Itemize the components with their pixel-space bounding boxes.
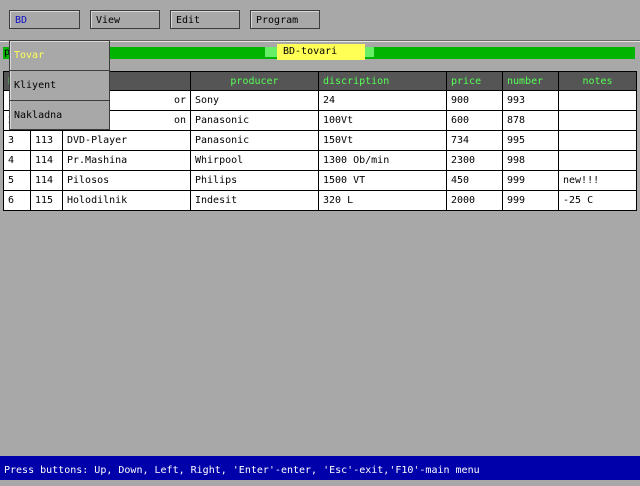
form-title: BD-tovari xyxy=(277,44,365,60)
main-menu-bar: BD View Edit Program xyxy=(0,0,640,40)
cell-n[interactable]: 5 xyxy=(3,170,31,191)
cell-code[interactable]: 114 xyxy=(30,170,63,191)
cell-n[interactable]: 6 xyxy=(3,190,31,211)
table-row[interactable]: 4 114 Pr.Mashina Whirpool 1300 Ob/min 23… xyxy=(3,150,637,171)
menu-view-button[interactable]: View xyxy=(90,10,160,29)
cell-n[interactable]: 4 xyxy=(3,150,31,171)
cell-number[interactable]: 999 xyxy=(502,190,559,211)
cell-number[interactable]: 999 xyxy=(502,170,559,191)
dropdown-item-kliyent[interactable]: Kliyent xyxy=(10,71,109,101)
menu-program-button[interactable]: Program xyxy=(250,10,320,29)
table-row[interactable]: 5 114 Pilosos Philips 1500 VT 450 999 ne… xyxy=(3,170,637,191)
cell-producer[interactable]: Indesit xyxy=(190,190,319,211)
cell-notes[interactable] xyxy=(558,150,637,171)
cell-code[interactable]: 114 xyxy=(30,150,63,171)
cell-producer[interactable]: Philips xyxy=(190,170,319,191)
cell-name[interactable]: DVD-Player xyxy=(62,130,191,151)
cell-discription[interactable]: 1500 VT xyxy=(318,170,447,191)
cell-producer[interactable]: Sony xyxy=(190,90,319,111)
cell-price[interactable]: 450 xyxy=(446,170,503,191)
cell-price[interactable]: 2000 xyxy=(446,190,503,211)
title-right-tab xyxy=(365,47,374,57)
cell-producer[interactable]: Panasonic xyxy=(190,130,319,151)
cell-code[interactable]: 113 xyxy=(30,130,63,151)
bd-dropdown-menu: Tovar Kliyent Nakladna xyxy=(9,40,110,130)
cell-discription[interactable]: 100Vt xyxy=(318,110,447,131)
cell-price[interactable]: 734 xyxy=(446,130,503,151)
col-header-price[interactable]: price xyxy=(446,71,503,91)
cell-discription[interactable]: 320 L xyxy=(318,190,447,211)
cell-discription[interactable]: 1300 Ob/min xyxy=(318,150,447,171)
cell-code[interactable]: 115 xyxy=(30,190,63,211)
table-row[interactable]: 3 113 DVD-Player Panasonic 150Vt 734 995 xyxy=(3,130,637,151)
dropdown-item-nakladna[interactable]: Nakladna xyxy=(10,101,109,131)
cell-notes[interactable] xyxy=(558,130,637,151)
cell-producer[interactable]: Whirpool xyxy=(190,150,319,171)
menu-bd-button[interactable]: BD xyxy=(9,10,80,29)
col-header-producer[interactable]: producer xyxy=(190,71,319,91)
cell-price[interactable]: 2300 xyxy=(446,150,503,171)
title-left-tab xyxy=(265,47,277,57)
cell-notes[interactable] xyxy=(558,90,637,111)
cell-notes[interactable] xyxy=(558,110,637,131)
dropdown-item-tovar[interactable]: Tovar xyxy=(10,41,109,71)
cell-discription[interactable]: 150Vt xyxy=(318,130,447,151)
cell-number[interactable]: 993 xyxy=(502,90,559,111)
cell-name[interactable]: Pilosos xyxy=(62,170,191,191)
cell-n[interactable]: 3 xyxy=(3,130,31,151)
col-header-notes[interactable]: notes xyxy=(558,71,637,91)
cell-name[interactable]: Holodilnik xyxy=(62,190,191,211)
cell-price[interactable]: 900 xyxy=(446,90,503,111)
col-header-discription[interactable]: discription xyxy=(318,71,447,91)
cell-discription[interactable]: 24 xyxy=(318,90,447,111)
table-row[interactable]: 6 115 Holodilnik Indesit 320 L 2000 999 … xyxy=(3,190,637,211)
cell-producer[interactable]: Panasonic xyxy=(190,110,319,131)
cell-number[interactable]: 995 xyxy=(502,130,559,151)
col-header-number[interactable]: number xyxy=(502,71,559,91)
cell-number[interactable]: 998 xyxy=(502,150,559,171)
cell-number[interactable]: 878 xyxy=(502,110,559,131)
cell-name[interactable]: Pr.Mashina xyxy=(62,150,191,171)
menu-edit-button[interactable]: Edit xyxy=(170,10,240,29)
cell-price[interactable]: 600 xyxy=(446,110,503,131)
cell-notes[interactable]: -25 C xyxy=(558,190,637,211)
status-bar: Press buttons: Up, Down, Left, Right, 'E… xyxy=(0,456,640,480)
cell-notes[interactable]: new!!! xyxy=(558,170,637,191)
